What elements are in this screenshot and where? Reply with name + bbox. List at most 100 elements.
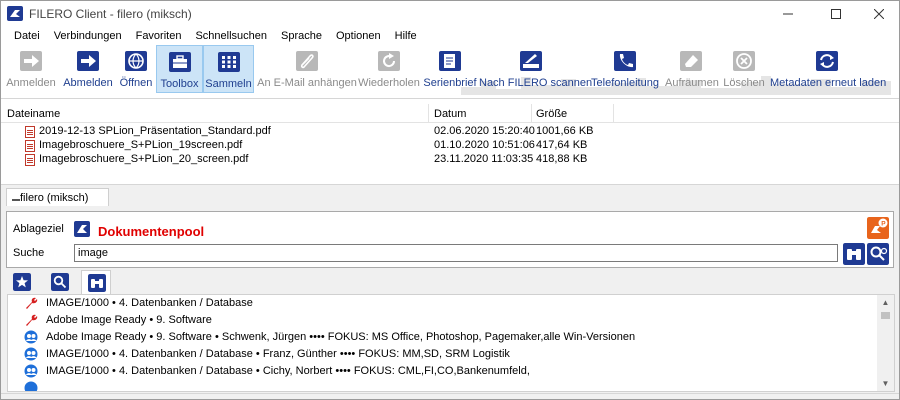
column-divider[interactable]	[428, 104, 429, 123]
reload-icon	[816, 51, 838, 71]
letter-icon	[439, 51, 461, 71]
menu-hilfe[interactable]: Hilfe	[388, 27, 424, 45]
aufraeumen-button[interactable]: Aufräumen	[665, 45, 719, 93]
result-text: IMAGE/1000 • 4. Datenbanken / Database •…	[46, 365, 530, 377]
result-view-tabs	[7, 270, 307, 295]
column-divider[interactable]	[531, 104, 532, 123]
result-text: Adobe Image Ready • 9. Software • Schwen…	[46, 331, 636, 343]
search-input[interactable]: image	[74, 244, 838, 262]
result-text: Adobe Image Ready • 9. Software	[46, 314, 212, 326]
menu-verbindungen[interactable]: Verbindungen	[47, 27, 129, 45]
file-size: 418,88 KB	[536, 153, 588, 165]
list-item[interactable]: Adobe Image Ready • 9. Software • Schwen…	[8, 329, 894, 346]
grid-icon	[217, 52, 240, 72]
loeschen-button[interactable]: Löschen	[720, 45, 768, 93]
file-name: Imagebroschuere_S+PLion_19screen.pdf	[39, 139, 243, 151]
abmelden-button[interactable]: Abmelden	[61, 45, 115, 93]
minimize-icon	[783, 13, 793, 15]
globe-icon	[125, 51, 147, 71]
maximize-button[interactable]	[814, 1, 858, 27]
menu-schnellsuchen[interactable]: Schnellsuchen	[188, 27, 274, 45]
menu-sprache[interactable]: Sprache	[274, 27, 329, 45]
parking-pool-button[interactable]: P	[867, 217, 889, 239]
toolbar: Anmelden Abmelden Öffnen Toolbox Sammeln…	[1, 45, 899, 99]
search-results-list: IMAGE/1000 • 4. Datenbanken / Database A…	[7, 294, 895, 392]
app-window: FILERO Client - filero (miksch) Datei Ve…	[0, 0, 900, 400]
column-divider[interactable]	[613, 104, 614, 123]
column-header-size[interactable]: Größe	[536, 108, 567, 120]
pdf-file-icon	[25, 140, 35, 152]
login-icon	[20, 51, 42, 71]
logout-icon	[77, 51, 99, 71]
menu-optionen[interactable]: Optionen	[329, 27, 388, 45]
filero-logo-icon	[7, 6, 23, 21]
file-name: Imagebroschuere_S+PLion_20_screen.pdf	[39, 153, 249, 165]
toolbox-button[interactable]: Toolbox	[156, 45, 203, 93]
wrench-icon	[26, 297, 38, 309]
file-row[interactable]: Imagebroschuere_S+PLion_19screen.pdf 01.…	[1, 139, 899, 153]
file-date: 02.06.2020 15:20:40	[434, 125, 535, 137]
oeffnen-button[interactable]: Öffnen	[117, 45, 155, 93]
tab-filero-miksch[interactable]: filero (miksch)	[6, 188, 109, 207]
file-name: 2019-12-13 SPLion_Präsentation_Standard.…	[39, 125, 271, 137]
column-header-name[interactable]: Dateiname	[7, 108, 60, 120]
telefonleitung-button[interactable]: Telefonleitung	[588, 45, 662, 93]
metadaten-reload-button[interactable]: Metadaten erneut laden	[770, 45, 886, 93]
list-item[interactable]: Adobe Image Ready • 9. Software	[8, 312, 894, 329]
eraser-icon	[680, 51, 702, 71]
binoculars-search-button[interactable]	[843, 243, 865, 265]
file-list: Dateiname Datum Größe 2019-12-13 SPLion_…	[1, 104, 899, 182]
scrollbar-thumb[interactable]	[881, 312, 890, 319]
anmelden-button[interactable]: Anmelden	[5, 45, 57, 93]
binoculars-icon	[88, 274, 106, 292]
file-list-header: Dateiname Datum Größe	[1, 104, 899, 123]
serienbrief-button[interactable]: Serienbrief	[423, 45, 477, 93]
wrench-icon	[26, 314, 38, 326]
sammeln-button[interactable]: Sammeln	[203, 45, 254, 93]
wiederholen-button[interactable]: Wiederholen	[358, 45, 420, 93]
email-attach-button[interactable]: An E-Mail anhängen	[257, 45, 357, 93]
connection-tab-strip: filero (miksch)	[1, 184, 899, 207]
list-item[interactable]	[8, 380, 894, 391]
minimize-button[interactable]	[766, 1, 810, 27]
toolbox-icon	[168, 52, 191, 72]
contact-icon	[24, 381, 38, 391]
file-date: 01.10.2020 10:51:06	[434, 139, 535, 151]
contact-icon	[24, 347, 38, 361]
search-panel: Ablageziel Dokumentenpool P Suche image	[1, 206, 899, 399]
file-date: 23.11.2020 11:03:35	[434, 153, 534, 165]
close-button[interactable]	[857, 1, 899, 27]
menu-bar: Datei Verbindungen Favoriten Schnellsuch…	[1, 27, 899, 45]
ablageziel-value[interactable]: Dokumentenpool	[98, 224, 204, 239]
advanced-search-button[interactable]	[867, 243, 889, 265]
email-attach-icon	[296, 51, 318, 71]
window-title: FILERO Client - filero (miksch)	[29, 7, 192, 21]
list-item[interactable]: IMAGE/1000 • 4. Datenbanken / Database •…	[8, 363, 894, 380]
menu-datei[interactable]: Datei	[1, 27, 47, 45]
file-row[interactable]: 2019-12-13 SPLion_Präsentation_Standard.…	[1, 125, 899, 139]
tab-binoculars-results[interactable]	[81, 270, 111, 295]
column-header-date[interactable]: Datum	[434, 108, 466, 120]
list-item[interactable]: IMAGE/1000 • 4. Datenbanken / Database •…	[8, 346, 894, 363]
file-row[interactable]: Imagebroschuere_S+PLion_20_screen.pdf 23…	[1, 153, 899, 167]
close-icon	[874, 9, 884, 19]
pdf-file-icon	[25, 154, 35, 166]
results-scrollbar[interactable]: ▲ ▼	[877, 295, 894, 391]
scroll-up-arrow-icon[interactable]: ▲	[877, 295, 894, 310]
tab-quick-search[interactable]	[45, 270, 75, 294]
result-text: IMAGE/1000 • 4. Datenbanken / Database	[46, 297, 253, 309]
phone-icon	[614, 51, 636, 71]
title-bar: FILERO Client - filero (miksch)	[1, 1, 899, 27]
pdf-file-icon	[25, 126, 35, 138]
scanner-icon	[520, 51, 542, 71]
scroll-down-arrow-icon[interactable]: ▼	[877, 376, 894, 391]
list-item[interactable]: IMAGE/1000 • 4. Datenbanken / Database	[8, 295, 894, 312]
suche-label: Suche	[13, 247, 45, 259]
menu-favoriten[interactable]: Favoriten	[129, 27, 189, 45]
contact-icon	[24, 364, 38, 378]
tab-favorites[interactable]	[7, 270, 37, 294]
scan-button[interactable]: Nach FILERO scannen	[479, 45, 592, 93]
file-size: 1001,66 KB	[536, 125, 594, 137]
contact-icon	[24, 330, 38, 344]
delete-icon	[733, 51, 755, 71]
